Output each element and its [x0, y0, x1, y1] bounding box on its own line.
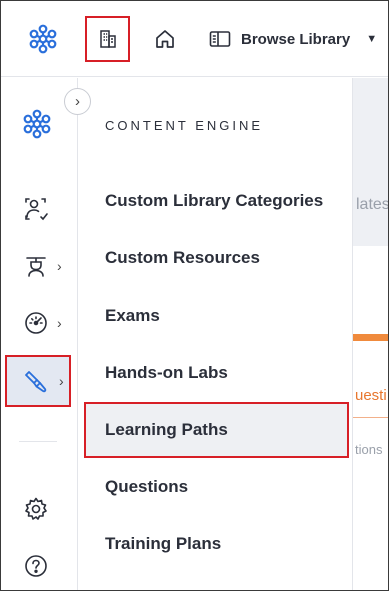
background-accent-bar: [353, 334, 388, 341]
app-window: Browse Library ▼ › › › › lates uesti tio…: [0, 0, 389, 591]
gear-icon: [23, 496, 49, 522]
background-header-band: [353, 78, 388, 246]
help-icon: [23, 553, 49, 579]
caret-down-icon: ▼: [366, 33, 378, 45]
rail-item-help[interactable]: [5, 541, 71, 590]
menu-item-custom-library-categories[interactable]: Custom Library Categories: [105, 186, 323, 216]
chevron-right-icon: ›: [59, 373, 64, 389]
background-tab-text: uesti: [355, 387, 387, 404]
background-subtext: tions: [355, 442, 383, 457]
home-icon: [154, 28, 176, 50]
chevron-right-icon: ›: [57, 258, 62, 274]
top-bar: Browse Library ▼: [1, 1, 388, 77]
left-rail: › › › ›: [1, 78, 91, 590]
chevron-right-icon: ›: [57, 315, 62, 331]
menu-item-learning-paths[interactable]: Learning Paths: [84, 402, 349, 458]
rail-divider: [19, 441, 57, 442]
menu-item-hands-on-labs[interactable]: Hands-on Labs: [105, 358, 228, 388]
rail-item-settings[interactable]: [5, 484, 71, 534]
users-icon: [23, 196, 49, 222]
background-page: lates uesti tions: [353, 78, 388, 590]
background-tab-underline: [353, 417, 388, 418]
background-text: lates: [356, 196, 388, 213]
brush-icon: [23, 368, 49, 394]
browse-library-label: Browse Library: [241, 30, 351, 48]
menu-item-questions[interactable]: Questions: [105, 472, 188, 502]
rail-expand-toggle[interactable]: ›: [64, 88, 91, 115]
chevron-right-icon: ›: [75, 93, 80, 110]
library-icon: [209, 30, 231, 48]
speedometer-icon: [23, 310, 49, 336]
instructor-icon: [23, 253, 49, 279]
menu-item-training-plans[interactable]: Training Plans: [105, 529, 221, 559]
content-engine-flyout: CONTENT ENGINE Custom Library Categories…: [79, 78, 353, 590]
browse-library-button[interactable]: Browse Library ▼: [209, 27, 377, 51]
rail-logo-icon[interactable]: [21, 108, 53, 140]
rail-item-users[interactable]: [5, 184, 71, 234]
flyout-title: CONTENT ENGINE: [105, 118, 264, 133]
rail-item-content-engine[interactable]: ›: [5, 355, 71, 407]
building-button[interactable]: [85, 16, 130, 62]
home-button[interactable]: [143, 17, 187, 61]
menu-item-custom-resources[interactable]: Custom Resources: [105, 243, 260, 273]
rail-item-instructor[interactable]: ›: [5, 241, 71, 291]
rail-item-dashboard[interactable]: ›: [5, 298, 71, 348]
menu-item-exams[interactable]: Exams: [105, 301, 160, 331]
logo-icon[interactable]: [27, 23, 59, 55]
building-icon: [98, 29, 118, 49]
